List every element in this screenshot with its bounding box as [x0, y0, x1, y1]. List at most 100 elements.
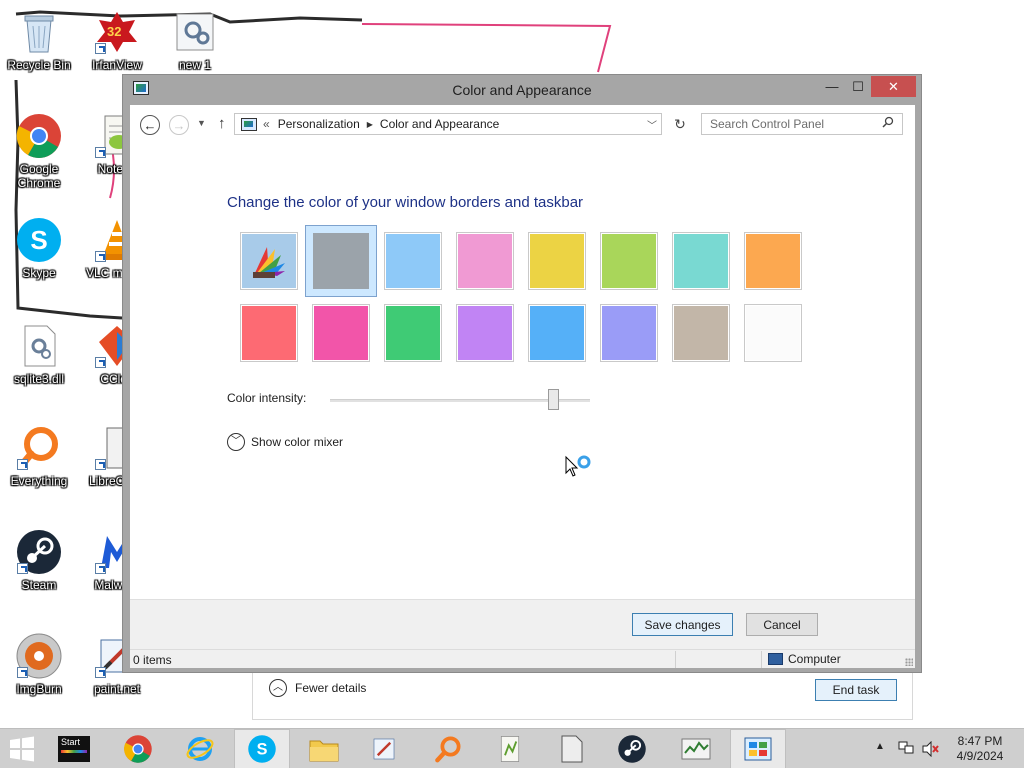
taskbar-item-paint-net[interactable] — [356, 729, 412, 768]
taskbar-item-notepad-plus-plus[interactable] — [482, 729, 538, 768]
desktop-icon-label: paint.net — [93, 682, 141, 696]
color-swatch[interactable] — [600, 304, 658, 362]
taskbar-item-control-panel[interactable] — [730, 729, 786, 768]
color-swatch[interactable] — [384, 304, 442, 362]
desktop-icon-irfanview[interactable]: 32 IrfanView — [78, 8, 156, 72]
color-swatch[interactable] — [312, 304, 370, 362]
show-hidden-icons-button[interactable]: ▲ — [875, 741, 885, 752]
arrow-right-icon: → — [172, 117, 186, 133]
shortcut-arrow-icon — [17, 667, 28, 678]
taskbar-item-skype[interactable]: S — [234, 729, 290, 768]
magnifier-icon — [435, 736, 461, 763]
status-location-label: Computer — [788, 652, 841, 666]
color-swatch-fill — [602, 306, 656, 360]
desktop-icon-skype[interactable]: S Skype — [0, 216, 78, 280]
color-swatch[interactable] — [456, 304, 514, 362]
refresh-button[interactable]: ↻ — [668, 113, 692, 135]
desktop-icon-imgburn[interactable]: ImgBurn — [0, 632, 78, 696]
desktop-icon-google-chrome[interactable]: Google Chrome — [0, 112, 78, 190]
color-swatch-fill — [746, 234, 800, 288]
fewer-details-toggle[interactable]: ︿ Fewer details — [269, 679, 366, 697]
color-swatch[interactable] — [672, 304, 730, 362]
clock[interactable]: 8:47 PM 4/9/2024 — [948, 734, 1012, 764]
fewer-details-label: Fewer details — [295, 681, 367, 695]
skype-icon: S — [248, 735, 276, 763]
shortcut-arrow-icon — [95, 459, 106, 470]
color-swatch[interactable] — [456, 232, 514, 290]
show-color-mixer-toggle[interactable]: ﹀ Show color mixer — [227, 433, 343, 451]
end-task-button[interactable]: End task — [815, 679, 897, 701]
page-heading: Change the color of your window borders … — [227, 194, 584, 211]
taskbar-item-resource-monitor[interactable] — [668, 729, 724, 768]
taskbar-item-steam[interactable] — [604, 729, 660, 768]
desktop-icon-steam[interactable]: Steam — [0, 528, 78, 592]
steam-icon — [15, 528, 63, 576]
taskbar-item-chrome[interactable] — [110, 729, 166, 768]
color-swatch[interactable] — [305, 225, 377, 297]
color-swatch[interactable] — [672, 232, 730, 290]
taskbar-item-internet-explorer[interactable] — [172, 729, 228, 768]
volume-muted-icon[interactable] — [921, 741, 939, 757]
taskbar-item-start-app[interactable]: Start — [46, 729, 102, 768]
color-swatch-fill — [386, 306, 440, 360]
desktop-icon-recycle-bin[interactable]: Recycle Bin — [0, 8, 78, 72]
title-bar[interactable]: Color and Appearance — ☐ ✕ — [123, 75, 921, 105]
magnifier-icon — [15, 424, 63, 472]
color-intensity-slider-thumb[interactable] — [547, 389, 559, 410]
chevron-down-icon[interactable]: ﹀ — [647, 117, 657, 132]
forward-button[interactable]: → — [169, 115, 189, 135]
back-button[interactable]: ← — [140, 115, 160, 135]
color-swatch[interactable] — [528, 304, 586, 362]
breadcrumb-separator-icon[interactable]: ▶ — [367, 120, 373, 129]
desktop-icon-label: Google Chrome — [17, 162, 61, 190]
recent-locations-dropdown[interactable]: ▼ — [197, 118, 206, 128]
control-panel-icon — [241, 117, 257, 131]
desktop-icon-sqlite3-dll[interactable]: sqlite3.dll — [0, 322, 78, 386]
resource-monitor-icon — [681, 738, 711, 760]
breadcrumb-color-and-appearance[interactable]: Color and Appearance — [380, 117, 499, 131]
maximize-button[interactable]: ☐ — [845, 76, 871, 97]
folder-icon — [309, 740, 339, 762]
internet-explorer-icon — [186, 737, 214, 761]
network-icon[interactable] — [898, 741, 914, 755]
color-swatch-fill — [458, 234, 512, 288]
color-swatch-fill — [674, 234, 728, 288]
document-icon — [561, 735, 583, 763]
taskbar-item-file-explorer[interactable] — [296, 729, 352, 768]
shortcut-arrow-icon — [17, 563, 28, 574]
taskbar-item-document[interactable] — [544, 729, 600, 768]
color-swatch[interactable] — [528, 232, 586, 290]
start-button[interactable] — [0, 729, 44, 768]
desktop-icon-new-1[interactable]: new 1 — [156, 8, 234, 72]
color-swatch-fill — [242, 306, 296, 360]
color-swatch-fill — [314, 306, 368, 360]
taskbar-item-everything[interactable] — [420, 729, 476, 768]
resize-grip[interactable] — [905, 658, 913, 666]
shortcut-arrow-icon — [95, 43, 106, 54]
desktop-icon-label: Recycle Bin — [7, 58, 71, 72]
paint-net-icon — [373, 738, 395, 760]
shortcut-arrow-icon — [95, 147, 106, 158]
show-color-mixer-label: Show color mixer — [251, 435, 344, 449]
color-swatch[interactable] — [240, 304, 298, 362]
color-intensity-label: Color intensity: — [227, 391, 307, 405]
swatch-automatic[interactable] — [240, 232, 298, 290]
breadcrumb-personalization[interactable]: Personalization — [278, 117, 360, 131]
dialog-button-bar: Save changes Cancel — [130, 599, 915, 649]
search-input[interactable] — [701, 113, 903, 135]
minimize-button[interactable]: — — [819, 76, 845, 97]
color-swatch[interactable] — [744, 232, 802, 290]
color-palette-icon — [242, 234, 296, 288]
color-swatch[interactable] — [744, 304, 802, 362]
color-swatch[interactable] — [384, 232, 442, 290]
up-button[interactable]: ↑ — [218, 115, 226, 132]
color-swatch[interactable] — [600, 232, 658, 290]
status-divider — [675, 651, 676, 668]
save-changes-button[interactable]: Save changes — [632, 613, 733, 636]
close-button[interactable]: ✕ — [871, 76, 916, 97]
address-bar[interactable]: « Personalization ▶ Color and Appearance… — [234, 113, 662, 135]
address-overflow-chevron[interactable]: « — [263, 117, 270, 131]
desktop-icon-everything[interactable]: Everything — [0, 424, 78, 488]
color-swatch-fill — [458, 306, 512, 360]
cancel-button[interactable]: Cancel — [746, 613, 818, 636]
